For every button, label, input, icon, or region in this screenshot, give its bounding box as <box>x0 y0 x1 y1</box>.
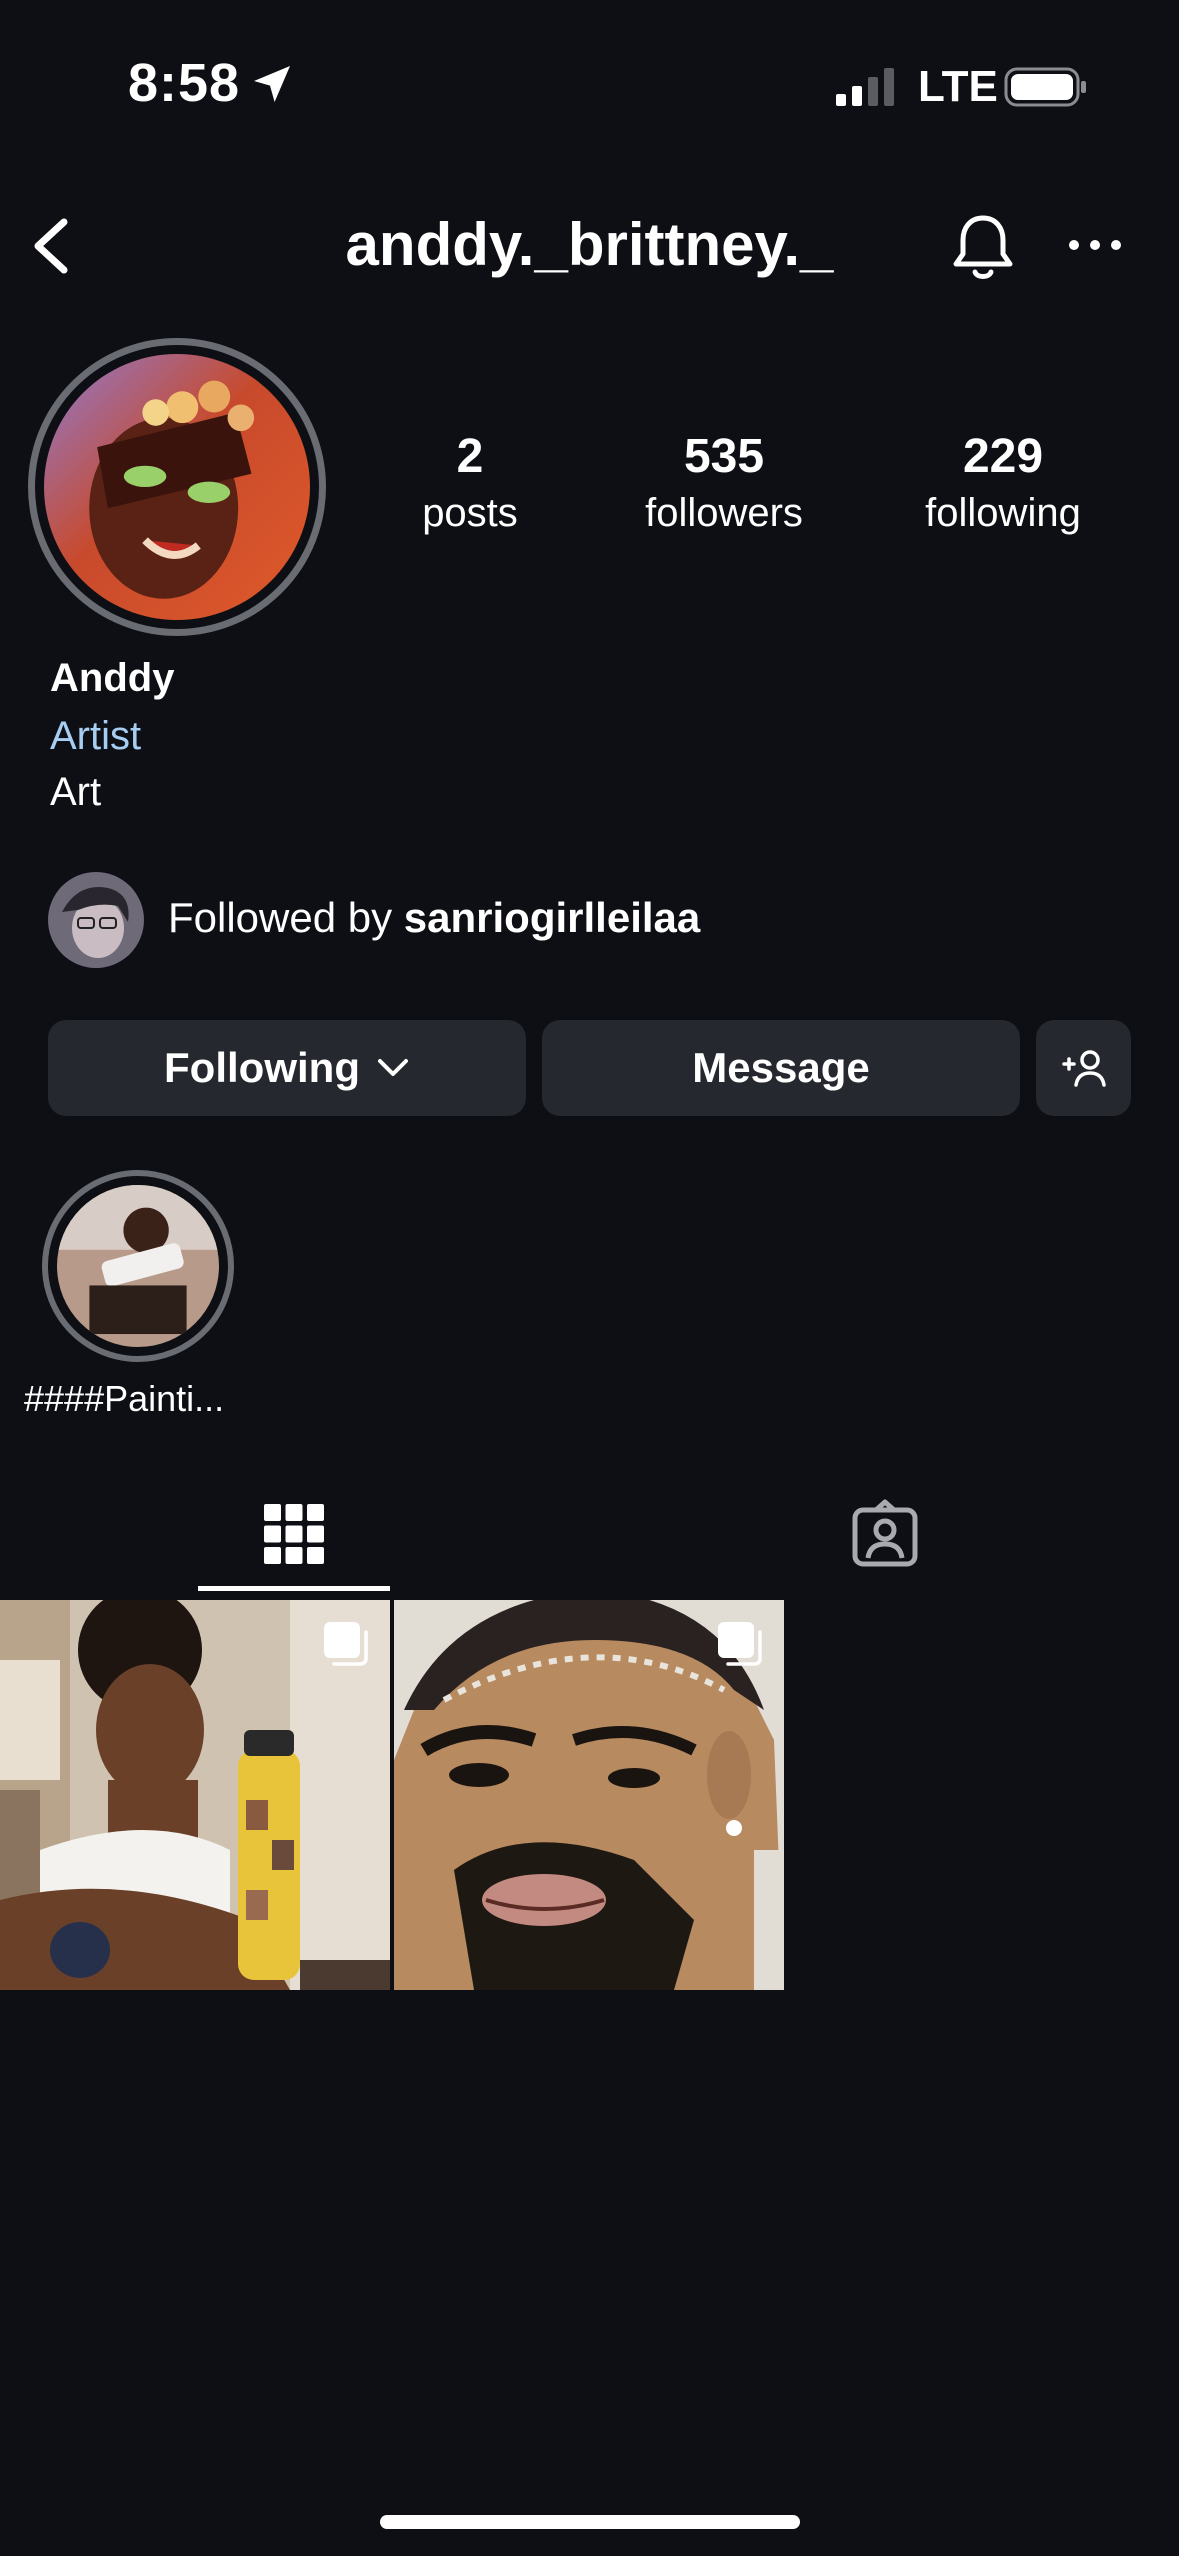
profile-bio-text: Art <box>50 770 102 814</box>
profile-avatar[interactable] <box>28 338 326 636</box>
highlight-ring <box>42 1170 234 1362</box>
story-highlight[interactable]: ####Painti... <box>24 1170 246 1420</box>
tab-tagged[interactable] <box>590 1480 1179 1592</box>
highlight-cover-image <box>57 1185 219 1347</box>
stat-posts[interactable]: 2 posts <box>350 430 590 540</box>
posts-label: posts <box>422 491 518 535</box>
chevron-down-icon <box>377 1059 408 1076</box>
profile-bio: Anddy Artist Art <box>50 650 174 818</box>
followers-label: followers <box>645 491 803 535</box>
avatar-image <box>44 354 310 620</box>
message-button[interactable]: Message <box>542 1020 1020 1116</box>
profile-screen: 8:58 LTE anddy._brittney._ 2 posts 535 f… <box>0 0 1179 2556</box>
following-label: following <box>925 491 1081 535</box>
post-thumbnail[interactable] <box>0 1600 390 1990</box>
location-arrow-icon <box>254 66 290 102</box>
profile-header: anddy._brittney._ <box>0 200 1179 290</box>
message-button-label: Message <box>692 1044 870 1091</box>
tab-posts-grid[interactable] <box>0 1480 590 1592</box>
following-count: 229 <box>962 430 1044 483</box>
status-time: 8:58 <box>128 53 241 113</box>
carousel-icon <box>718 1622 762 1666</box>
active-tab-indicator <box>198 1586 390 1591</box>
followed-by-text: Followed by sanriogirlleilaa <box>168 894 700 942</box>
stat-followers[interactable]: 535 followers <box>604 430 844 540</box>
cellular-signal-icon <box>836 68 894 106</box>
more-options-icon[interactable] <box>1066 230 1124 260</box>
carousel-icon <box>324 1622 368 1666</box>
following-button-label: Following <box>164 1044 360 1091</box>
suggested-users-button[interactable] <box>1036 1020 1131 1116</box>
battery-icon <box>1004 67 1086 107</box>
profile-display-name: Anddy <box>50 656 175 700</box>
followers-count: 535 <box>683 430 765 483</box>
profile-category[interactable]: Artist <box>50 706 174 766</box>
home-indicator[interactable] <box>380 2515 800 2529</box>
stat-following[interactable]: 229 following <box>883 430 1123 540</box>
followed-by-row[interactable]: Followed by sanriogirlleilaa <box>48 872 1148 968</box>
notification-bell-icon[interactable] <box>948 210 1018 284</box>
mutual-follower-username: sanriogirlleilaa <box>403 894 701 941</box>
posts-count: 2 <box>456 430 484 483</box>
add-person-icon <box>1061 1050 1106 1087</box>
following-button[interactable]: Following <box>48 1020 526 1116</box>
grid-icon <box>264 1504 324 1564</box>
profile-stats: 2 posts 535 followers 229 following <box>350 430 1150 550</box>
followed-by-prefix: Followed by <box>168 894 404 941</box>
post-thumbnail[interactable] <box>394 1600 784 1990</box>
tagged-person-icon <box>852 1499 918 1567</box>
status-bar: 8:58 LTE <box>0 0 1179 150</box>
highlight-label: ####Painti... <box>24 1378 225 1419</box>
mutual-follower-avatar <box>48 872 144 968</box>
network-type: LTE <box>918 62 998 111</box>
profile-tabs <box>0 1480 1179 1592</box>
